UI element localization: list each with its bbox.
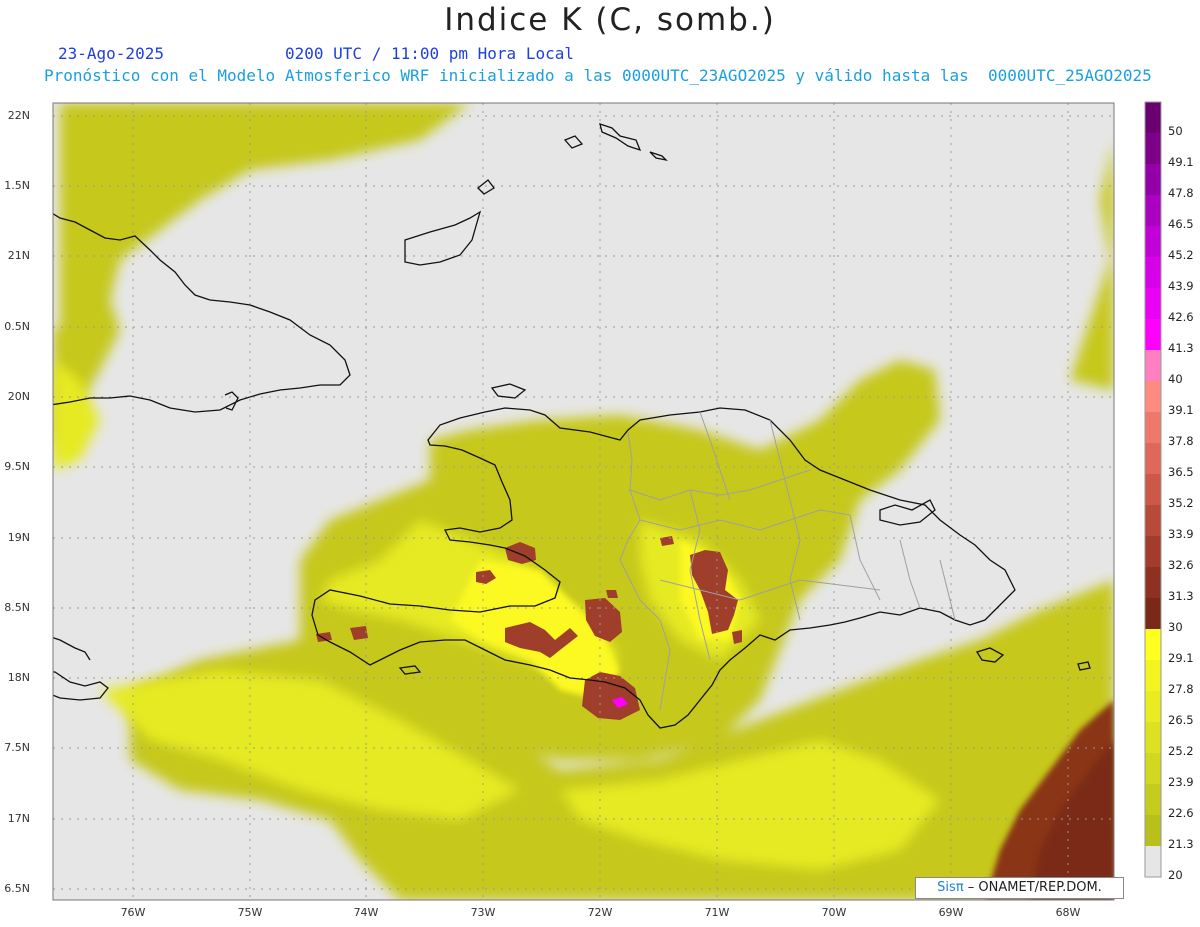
- lat-label: 20N: [7, 390, 30, 403]
- credit-text: – ONAMET/REP.DOM.: [967, 880, 1102, 895]
- colorbar-swatch: [1145, 195, 1161, 226]
- lat-label: 21N: [7, 249, 30, 262]
- colorbar-label: 26.5: [1168, 713, 1194, 727]
- colorbar-label: 40: [1168, 372, 1183, 386]
- colorbar-label: 22.6: [1168, 806, 1194, 820]
- lat-label: 17N: [7, 812, 30, 825]
- colorbar-swatch: [1145, 350, 1161, 381]
- colorbar-label: 39.1: [1168, 403, 1194, 417]
- colorbar-swatch: [1145, 257, 1161, 288]
- colorbar-label: 43.9: [1168, 279, 1194, 293]
- sispi-logo-text: Sisπ: [937, 880, 964, 895]
- lon-label: 69W: [938, 906, 964, 919]
- colorbar-label: 36.5: [1168, 465, 1194, 479]
- colorbar-swatch: [1145, 691, 1161, 722]
- lon-label: 76W: [120, 906, 146, 919]
- colorbar-swatch: [1145, 567, 1161, 598]
- colorbar-swatch: [1145, 846, 1161, 877]
- lat-label: 22N: [7, 109, 30, 122]
- colorbar-swatch: [1145, 722, 1161, 753]
- colorbar-label: 35.2: [1168, 496, 1194, 510]
- colorbar-swatch: [1145, 536, 1161, 567]
- lon-label: 70W: [821, 906, 847, 919]
- colorbar-label: 25.2: [1168, 744, 1194, 758]
- lon-label: 68W: [1055, 906, 1081, 919]
- lat-label: 18N: [7, 671, 30, 684]
- colorbar-swatch: [1145, 443, 1161, 474]
- colorbar-swatch: [1145, 102, 1161, 133]
- colorbar-label: 50: [1168, 124, 1183, 138]
- lat-label: 0.5N: [4, 320, 30, 333]
- colorbar-label: 30: [1168, 620, 1183, 634]
- colorbar-label: 49.1: [1168, 155, 1194, 169]
- lat-label: 8.5N: [4, 601, 30, 614]
- weather-map: [52, 101, 1162, 901]
- colorbar-label: 46.5: [1168, 217, 1194, 231]
- colorbar-label: 45.2: [1168, 248, 1194, 262]
- colorbar-swatch: [1145, 598, 1161, 629]
- colorbar-swatch: [1145, 815, 1161, 846]
- colorbar-label: 31.3: [1168, 589, 1194, 603]
- colorbar-label: 21.3: [1168, 837, 1194, 851]
- colorbar-label: 20: [1168, 868, 1183, 882]
- lat-label: 1.5N: [4, 179, 30, 192]
- colorbar-swatch: [1145, 381, 1161, 412]
- colorbar-label: 37.8: [1168, 434, 1194, 448]
- lat-label: 9.5N: [4, 460, 30, 473]
- lon-label: 71W: [704, 906, 730, 919]
- lon-label: 72W: [587, 906, 613, 919]
- colorbar-label: 29.1: [1168, 651, 1194, 665]
- lon-label: 74W: [353, 906, 379, 919]
- colorbar-swatch: [1145, 784, 1161, 815]
- lon-label: 73W: [470, 906, 496, 919]
- colorbar-label: 32.6: [1168, 558, 1194, 572]
- colorbar-label: 47.8: [1168, 186, 1194, 200]
- colorbar: [1144, 101, 1162, 878]
- colorbar-label: 42.6: [1168, 310, 1194, 324]
- colorbar-swatch: [1145, 629, 1161, 660]
- lat-label: 19N: [7, 531, 30, 544]
- colorbar-swatch: [1145, 319, 1161, 350]
- colorbar-label: 27.8: [1168, 682, 1194, 696]
- colorbar-swatch: [1145, 288, 1161, 319]
- colorbar-swatch: [1145, 660, 1161, 691]
- colorbar-swatch: [1145, 474, 1161, 505]
- colorbar-swatch: [1145, 753, 1161, 784]
- colorbar-swatch: [1145, 133, 1161, 164]
- lat-label: 6.5N: [4, 882, 30, 895]
- colorbar-swatch: [1145, 226, 1161, 257]
- colorbar-swatch: [1145, 505, 1161, 536]
- colorbar-label: 33.9: [1168, 527, 1194, 541]
- colorbar-swatch: [1145, 412, 1161, 443]
- lon-label: 75W: [237, 906, 263, 919]
- lat-label: 7.5N: [4, 741, 30, 754]
- credit-box: Sisπ – ONAMET/REP.DOM.: [915, 877, 1124, 899]
- colorbar-label: 23.9: [1168, 775, 1194, 789]
- colorbar-label: 41.3: [1168, 341, 1194, 355]
- colorbar-swatch: [1145, 164, 1161, 195]
